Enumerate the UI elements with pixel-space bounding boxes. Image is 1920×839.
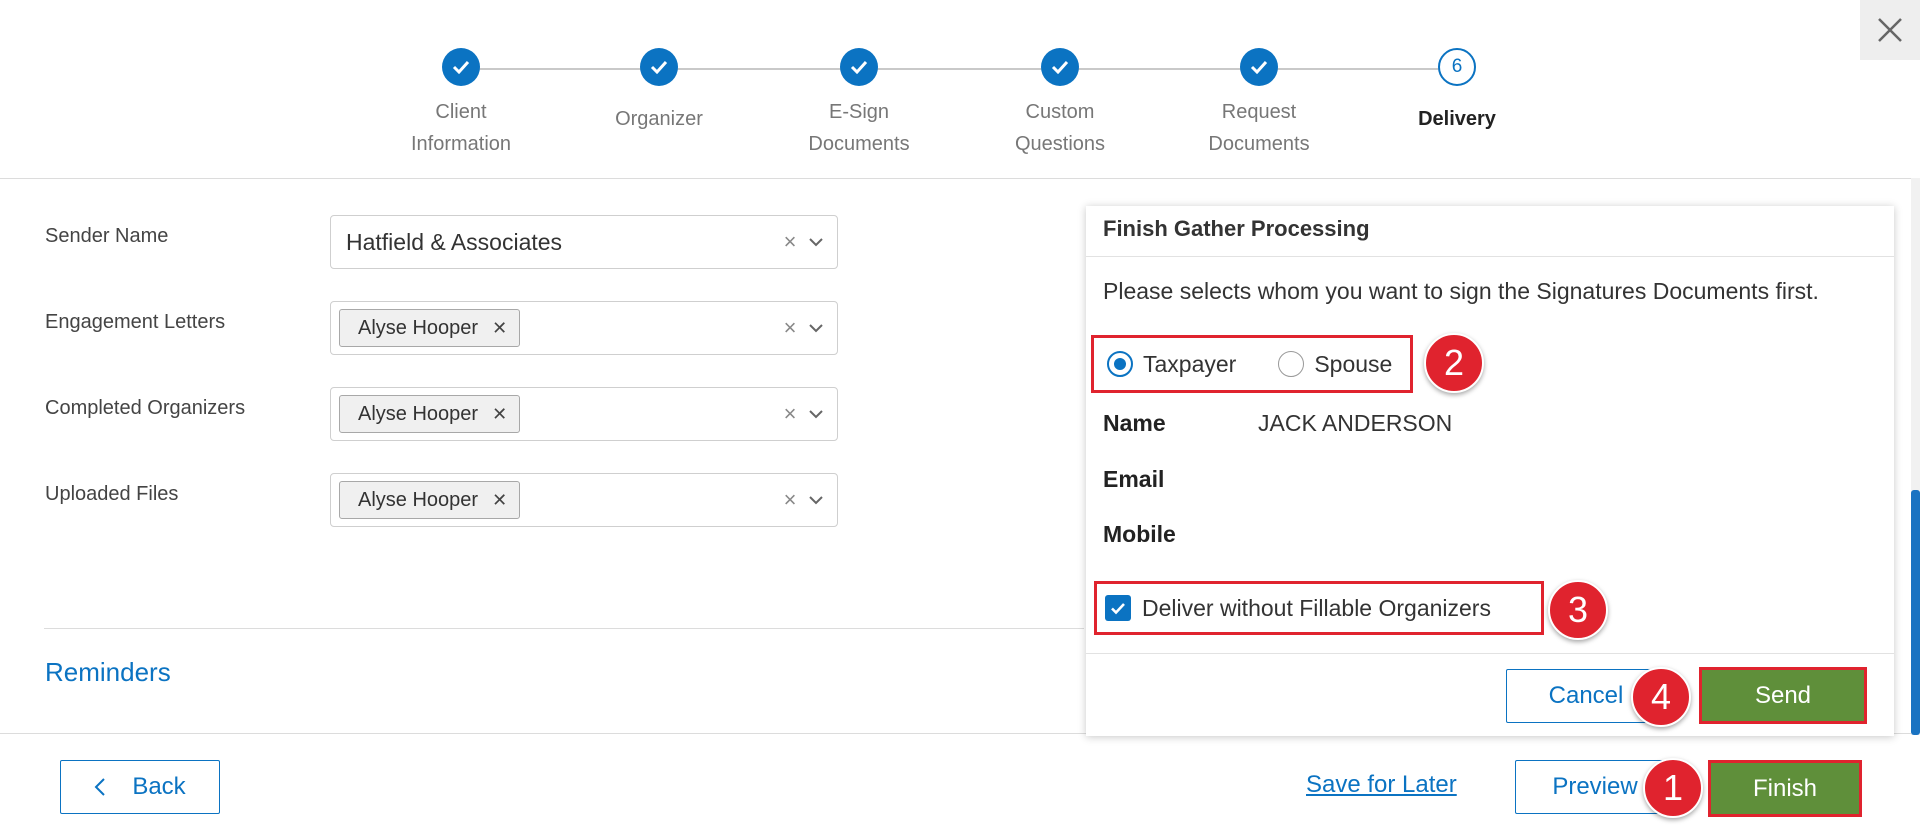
step-request-documents[interactable]: Request Documents	[1179, 48, 1339, 160]
check-icon	[442, 48, 480, 86]
uploaded-files-select[interactable]: Alyse Hooper ✕ ×	[330, 473, 838, 527]
spouse-radio[interactable]	[1278, 351, 1305, 377]
deliver-without-fillable-option: Deliver without Fillable Organizers	[1094, 581, 1544, 635]
finish-button[interactable]: Finish	[1708, 760, 1862, 817]
scrollbar-thumb[interactable]	[1911, 490, 1920, 735]
dialog-title: Finish Gather Processing	[1103, 216, 1370, 241]
name-value: JACK ANDERSON	[1258, 410, 1453, 436]
tag-label: Alyse Hooper	[358, 488, 479, 511]
step-number-badge: 6	[1438, 48, 1476, 86]
check-icon	[840, 48, 878, 86]
email-key: Email	[1103, 466, 1165, 492]
step-custom-questions[interactable]: Custom Questions	[980, 48, 1140, 160]
save-for-later-link[interactable]: Save for Later	[1306, 771, 1457, 799]
clear-icon[interactable]: ×	[779, 487, 801, 513]
engagement-letters-select[interactable]: Alyse Hooper ✕ ×	[330, 301, 838, 355]
check-icon	[1041, 48, 1079, 86]
mobile-key: Mobile	[1103, 521, 1176, 547]
completed-organizers-label: Completed Organizers	[45, 397, 246, 419]
engagement-letters-label: Engagement Letters	[45, 311, 226, 333]
sender-name-value: Hatfield & Associates	[346, 228, 563, 255]
clear-icon[interactable]: ×	[779, 315, 801, 341]
finish-gather-dialog: Finish Gather Processing Please selects …	[1086, 206, 1894, 736]
check-icon	[640, 48, 678, 86]
step-label: Client Information	[410, 101, 512, 155]
taxpayer-radio[interactable]	[1107, 351, 1133, 377]
remove-tag-icon[interactable]: ✕	[492, 318, 507, 339]
send-button[interactable]: Send	[1699, 667, 1867, 724]
step-e-sign-documents[interactable]: E-Sign Documents	[779, 48, 939, 160]
taxpayer-label: Taxpayer	[1143, 350, 1237, 377]
step-label: Organizer	[615, 108, 703, 130]
step-label: Custom Questions	[1014, 101, 1106, 155]
sender-name-label: Sender Name	[45, 225, 169, 247]
step-client-information[interactable]: Client Information	[381, 48, 541, 160]
radio-selected-dot	[1114, 358, 1126, 370]
chevron-down-icon[interactable]	[801, 490, 831, 510]
wizard-header: Client Information Organizer E-Sign Docu…	[0, 0, 1920, 179]
remove-tag-icon[interactable]: ✕	[492, 404, 507, 425]
annotation-badge-4: 4	[1631, 667, 1691, 727]
signer-radio-group: Taxpayer Spouse	[1091, 335, 1413, 393]
recipient-tag: Alyse Hooper ✕	[339, 309, 521, 347]
tag-label: Alyse Hooper	[358, 316, 479, 339]
check-icon	[1111, 602, 1125, 614]
chevron-down-icon[interactable]	[801, 318, 831, 338]
step-label: Delivery	[1418, 108, 1496, 130]
clear-icon[interactable]: ×	[779, 229, 801, 255]
step-delivery[interactable]: 6 Delivery	[1377, 48, 1537, 135]
annotation-badge-2: 2	[1424, 333, 1484, 393]
chevron-left-icon	[94, 778, 106, 796]
annotation-badge-1: 1	[1643, 758, 1703, 818]
chevron-down-icon[interactable]	[801, 232, 831, 252]
name-key: Name	[1103, 410, 1166, 436]
back-button[interactable]: Back	[60, 760, 220, 814]
dialog-header-divider	[1086, 256, 1894, 257]
section-divider	[44, 628, 1084, 629]
deliver-without-fillable-checkbox[interactable]	[1105, 595, 1131, 621]
uploaded-files-label: Uploaded Files	[45, 483, 179, 505]
step-organizer[interactable]: Organizer	[579, 48, 739, 135]
check-icon	[1240, 48, 1278, 86]
remove-tag-icon[interactable]: ✕	[492, 490, 507, 511]
deliver-without-fillable-label: Deliver without Fillable Organizers	[1142, 594, 1491, 621]
spouse-label: Spouse	[1314, 350, 1393, 377]
recipient-tag: Alyse Hooper ✕	[339, 481, 521, 519]
recipient-tag: Alyse Hooper ✕	[339, 395, 521, 433]
clear-icon[interactable]: ×	[779, 401, 801, 427]
annotation-badge-3: 3	[1548, 580, 1608, 640]
step-label: Request Documents	[1208, 101, 1310, 155]
dialog-message: Please selects whom you want to sign the…	[1103, 278, 1819, 304]
step-label: E-Sign Documents	[808, 101, 910, 155]
tag-label: Alyse Hooper	[358, 402, 479, 425]
completed-organizers-select[interactable]: Alyse Hooper ✕ ×	[330, 387, 838, 441]
dialog-footer-divider	[1086, 653, 1894, 654]
sender-name-select[interactable]: Hatfield & Associates ×	[330, 215, 838, 269]
back-label: Back	[132, 773, 186, 800]
chevron-down-icon[interactable]	[801, 404, 831, 424]
close-icon	[1878, 18, 1902, 42]
close-button[interactable]	[1860, 0, 1920, 60]
reminders-link[interactable]: Reminders	[45, 657, 171, 688]
